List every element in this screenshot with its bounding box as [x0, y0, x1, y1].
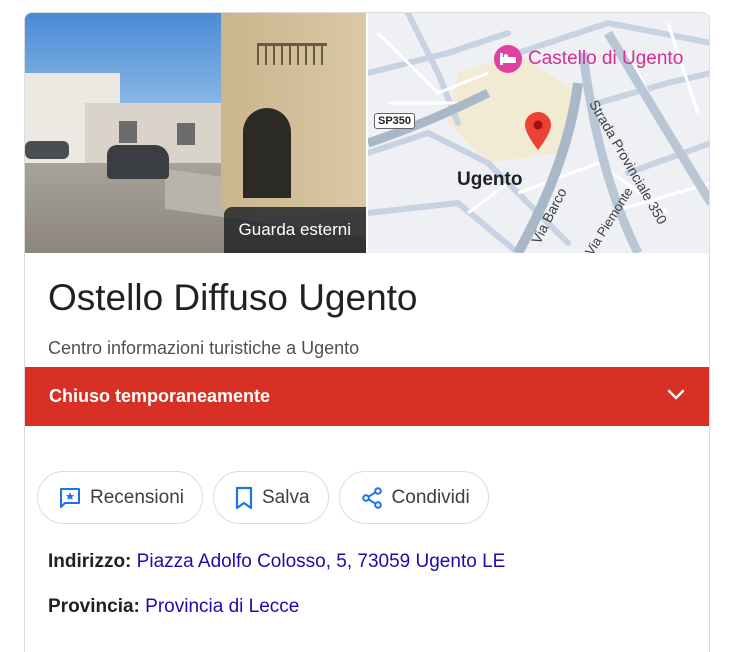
- share-label: Condividi: [391, 486, 470, 508]
- place-title: Ostello Diffuso Ugento: [48, 277, 418, 318]
- status-banner[interactable]: Chiuso temporaneamente: [25, 367, 709, 426]
- action-chips: Recensioni Salva Condividi: [37, 471, 489, 524]
- view-exterior-button[interactable]: Guarda esterni: [223, 207, 366, 253]
- photo-balcony: [257, 43, 327, 65]
- map-city-label: Ugento: [457, 169, 523, 190]
- chevron-down-icon: [667, 388, 685, 406]
- location-map[interactable]: SP350 Castello di Ugento Ugento Via Barc…: [368, 13, 709, 253]
- street-view-photo[interactable]: Guarda esterni: [25, 13, 366, 253]
- road-shield: SP350: [374, 113, 416, 129]
- hotel-icon: [494, 45, 522, 73]
- save-label: Salva: [262, 486, 310, 508]
- address-label: Indirizzo:: [48, 551, 132, 572]
- save-button[interactable]: Salva: [213, 471, 329, 524]
- bookmark-icon: [234, 486, 254, 510]
- map-poi[interactable]: Castello di Ugento: [494, 45, 683, 73]
- share-button[interactable]: Condividi: [338, 471, 489, 524]
- photo-window: [177, 123, 195, 145]
- address-link[interactable]: Piazza Adolfo Colosso, 5, 73059 Ugento L…: [137, 551, 506, 572]
- reviews-label: Recensioni: [90, 486, 184, 508]
- review-icon: [58, 486, 82, 510]
- reviews-button[interactable]: Recensioni: [37, 471, 203, 524]
- photo-car: [107, 145, 169, 179]
- address-row: Indirizzo: Piazza Adolfo Colosso, 5, 730…: [48, 551, 505, 573]
- photo-window: [119, 121, 137, 143]
- place-category: Centro informazioni turistiche a Ugento: [48, 338, 360, 358]
- map-poi-name: Castello di Ugento: [528, 48, 684, 69]
- photo-car: [25, 141, 69, 159]
- place-card: Guarda esterni SP350 Castello di Ugento …: [24, 12, 710, 652]
- photo-arched-door: [243, 108, 291, 198]
- share-icon: [360, 486, 384, 510]
- province-label: Provincia:: [48, 596, 140, 617]
- location-pin-icon[interactable]: [525, 112, 551, 155]
- view-exterior-label: Guarda esterni: [238, 220, 351, 239]
- province-row: Provincia: Provincia di Lecce: [48, 596, 299, 618]
- status-label: Chiuso temporaneamente: [49, 386, 271, 406]
- province-link[interactable]: Provincia di Lecce: [145, 596, 299, 617]
